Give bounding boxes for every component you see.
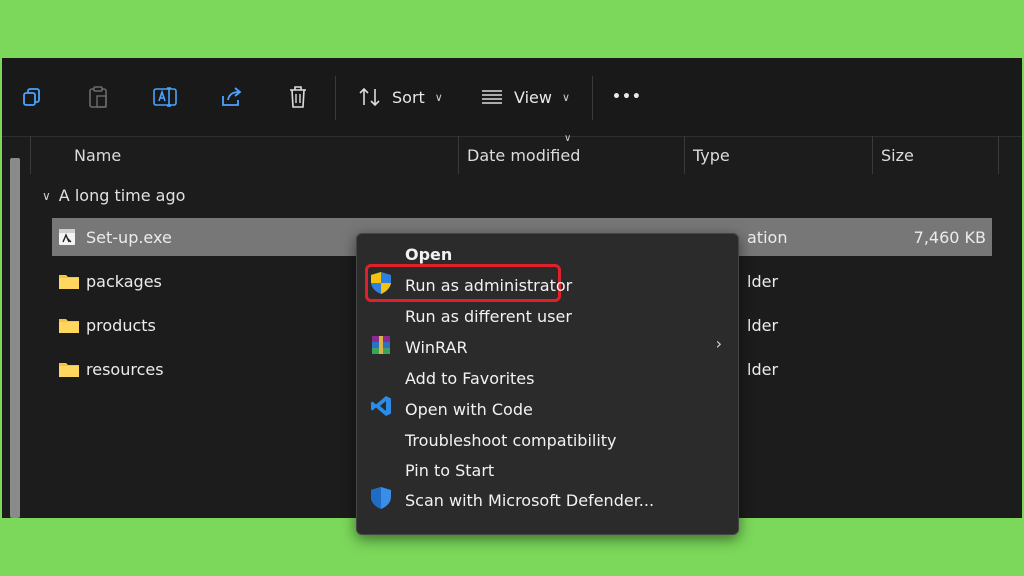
folder-name: resources bbox=[86, 360, 164, 379]
column-date-modified[interactable]: Date modified bbox=[467, 146, 580, 165]
menu-item-troubleshoot-compatibility[interactable]: Troubleshoot compatibility bbox=[405, 431, 617, 450]
view-icon bbox=[482, 90, 502, 104]
group-header[interactable]: ∨ A long time ago bbox=[42, 186, 185, 205]
menu-item-add-to-favorites[interactable]: Add to Favorites bbox=[405, 369, 534, 388]
file-size: 7,460 KB bbox=[913, 228, 986, 247]
scrollbar-thumb[interactable] bbox=[10, 158, 20, 518]
exe-file-icon bbox=[58, 228, 76, 250]
chevron-down-icon: ∨ bbox=[42, 188, 51, 203]
column-name[interactable]: Name bbox=[74, 146, 121, 165]
sort-chevron-icon: ∨ bbox=[564, 133, 572, 144]
toolbar-divider bbox=[335, 76, 336, 120]
folder-type: lder bbox=[747, 316, 779, 335]
defender-shield-icon bbox=[369, 486, 393, 510]
share-icon[interactable] bbox=[211, 78, 251, 116]
column-divider[interactable] bbox=[684, 136, 685, 174]
column-size[interactable]: Size bbox=[881, 146, 914, 165]
chevron-down-icon: ∨ bbox=[561, 90, 571, 104]
file-name: Set-up.exe bbox=[86, 228, 172, 247]
column-divider[interactable] bbox=[998, 136, 999, 174]
paste-icon[interactable] bbox=[78, 78, 118, 116]
rename-icon[interactable] bbox=[145, 78, 185, 116]
menu-item-run-as-different-user[interactable]: Run as different user bbox=[405, 307, 572, 326]
view-button[interactable]: View ∨ bbox=[480, 84, 570, 110]
menu-item-open[interactable]: Open bbox=[405, 245, 452, 264]
chevron-down-icon: ∨ bbox=[434, 90, 443, 104]
delete-icon[interactable] bbox=[278, 78, 318, 116]
menu-item-run-as-administrator[interactable]: Run as administrator bbox=[405, 276, 572, 295]
menu-item-open-with-code[interactable]: Open with Code bbox=[405, 400, 533, 419]
sort-button[interactable]: Sort ∨ bbox=[358, 84, 443, 110]
folder-name: products bbox=[86, 316, 156, 335]
toolbar-divider bbox=[592, 76, 593, 120]
chevron-right-icon: › bbox=[715, 334, 722, 353]
file-type: ation bbox=[747, 228, 788, 247]
context-menu: Open Run as administrator Run as differe… bbox=[356, 233, 739, 535]
column-divider[interactable] bbox=[458, 136, 459, 174]
column-header-row: Name ∨ Date modified Type Size bbox=[2, 133, 1022, 178]
copy-icon[interactable] bbox=[12, 78, 52, 116]
vscode-icon bbox=[369, 394, 393, 418]
column-divider bbox=[30, 136, 31, 174]
folder-icon bbox=[58, 360, 80, 382]
command-bar: Sort ∨ View ∨ ••• bbox=[2, 58, 1022, 137]
folder-icon bbox=[58, 316, 80, 338]
menu-item-pin-to-start[interactable]: Pin to Start bbox=[405, 461, 494, 480]
view-label: View bbox=[514, 87, 552, 107]
folder-type: lder bbox=[747, 360, 779, 379]
menu-item-winrar[interactable]: WinRAR bbox=[405, 338, 468, 357]
group-label: A long time ago bbox=[58, 186, 186, 205]
sort-icon bbox=[359, 87, 380, 107]
sort-label: Sort bbox=[392, 87, 425, 107]
folder-icon bbox=[58, 272, 80, 294]
more-options-button[interactable]: ••• bbox=[612, 84, 642, 110]
menu-item-scan-with-defender[interactable]: Scan with Microsoft Defender... bbox=[405, 491, 654, 510]
uac-shield-icon bbox=[369, 271, 393, 295]
folder-type: lder bbox=[747, 272, 779, 291]
column-type[interactable]: Type bbox=[693, 146, 730, 165]
winrar-icon bbox=[369, 333, 393, 357]
column-divider[interactable] bbox=[872, 136, 873, 174]
folder-name: packages bbox=[86, 272, 162, 291]
